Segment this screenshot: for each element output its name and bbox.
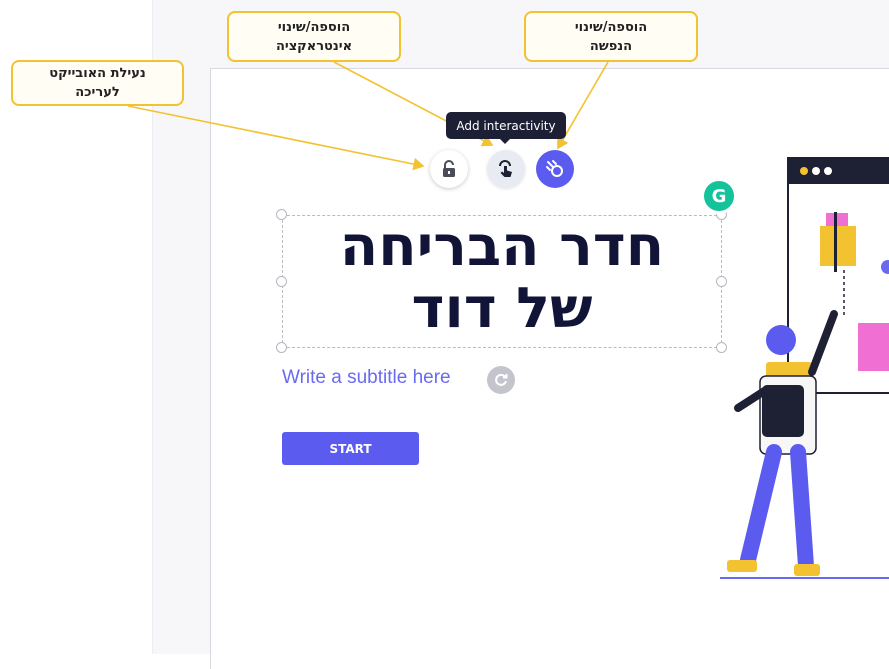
person-puzzle-illustration xyxy=(720,157,889,579)
callout-animation: הוספה/שינוי הנפשה xyxy=(524,11,698,62)
animation-icon xyxy=(546,160,563,177)
refresh-icon xyxy=(495,373,508,386)
slide-title[interactable]: חדר הבריחה של דוד xyxy=(282,216,722,348)
interactivity-button[interactable] xyxy=(487,150,525,188)
start-button[interactable]: START xyxy=(282,432,419,465)
refresh-button[interactable] xyxy=(487,366,515,394)
lock-button[interactable] xyxy=(430,150,468,188)
lock-icon xyxy=(443,160,455,177)
tooltip-add-interactivity: Add interactivity xyxy=(446,112,566,139)
touch-icon xyxy=(499,160,512,177)
callout-interactivity: הוספה/שינוי אינטראקציה xyxy=(227,11,401,62)
animation-button[interactable] xyxy=(536,150,574,188)
callout-lock: נעילת האובייקט לעריכה xyxy=(11,60,184,106)
subtitle-text[interactable]: Write a subtitle here xyxy=(282,367,451,389)
tooltip-tail xyxy=(499,138,511,144)
